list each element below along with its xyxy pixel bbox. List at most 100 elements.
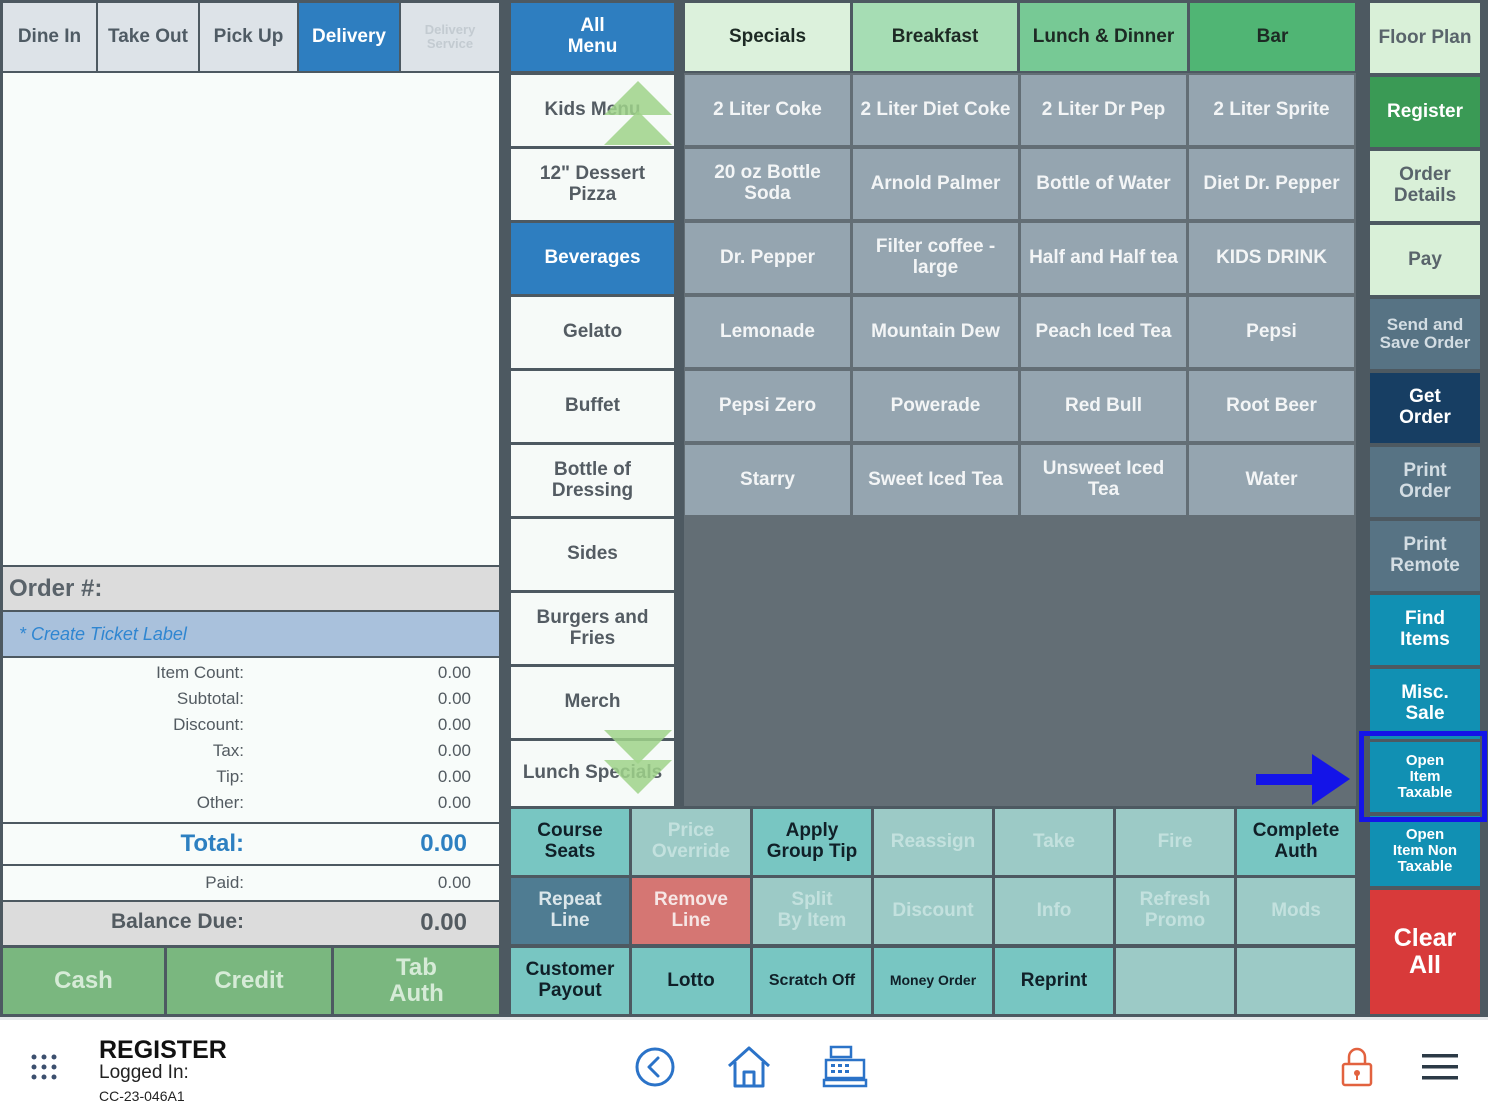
take-button[interactable]: Take xyxy=(995,809,1113,875)
tax-label: Tax: xyxy=(212,741,244,760)
menu-item[interactable]: Lemonade xyxy=(685,297,850,367)
menu-item[interactable]: Sweet Iced Tea xyxy=(853,445,1018,515)
category-gelato[interactable]: Gelato xyxy=(511,297,674,368)
menu-item[interactable]: Water xyxy=(1189,445,1354,515)
reassign-button[interactable]: Reassign xyxy=(874,809,992,875)
menu-tab-specials[interactable]: Specials xyxy=(685,3,850,71)
discount-row: Discount: 0.00 xyxy=(3,712,499,738)
menu-tab-breakfast[interactable]: Breakfast xyxy=(853,3,1017,71)
apply-group-tip-button[interactable]: Apply Group Tip xyxy=(753,809,871,875)
get-order-button[interactable]: Get Order xyxy=(1370,373,1480,443)
lotto-button[interactable]: Lotto xyxy=(632,948,750,1014)
create-ticket-label-link[interactable]: * Create Ticket Label xyxy=(3,612,499,656)
tab-delivery-service[interactable]: Delivery Service xyxy=(401,3,499,71)
send-and-save-order-button[interactable]: Send and Save Order xyxy=(1370,299,1480,369)
menu-item[interactable]: Pepsi Zero xyxy=(685,371,850,441)
tip-value: 0.00 xyxy=(437,767,471,786)
menu-item[interactable]: Arnold Palmer xyxy=(853,149,1018,219)
discount-button[interactable]: Discount xyxy=(874,878,992,944)
tab-pick-up[interactable]: Pick Up xyxy=(200,3,297,71)
print-remote-button[interactable]: Print Remote xyxy=(1370,521,1480,591)
customer-payout-button[interactable]: Customer Payout xyxy=(511,948,629,1014)
menu-item[interactable]: Bottle of Water xyxy=(1021,149,1186,219)
menu-icon[interactable] xyxy=(1422,1053,1458,1081)
print-order-button[interactable]: Print Order xyxy=(1370,447,1480,517)
fire-button[interactable]: Fire xyxy=(1116,809,1234,875)
subtotal-label: Subtotal: xyxy=(176,689,244,708)
cash-button[interactable]: Cash xyxy=(3,948,164,1014)
tip-label: Tip: xyxy=(216,767,244,786)
menu-item[interactable]: Pepsi xyxy=(1189,297,1354,367)
category-bottle-of-dressing[interactable]: Bottle of Dressing xyxy=(511,445,674,516)
menu-item[interactable]: Unsweet Iced Tea xyxy=(1021,445,1186,515)
menu-item[interactable]: 20 oz Bottle Soda xyxy=(685,149,850,219)
menu-tab-bar[interactable]: Bar xyxy=(1190,3,1355,71)
menu-item[interactable]: Starry xyxy=(685,445,850,515)
course-seats-button[interactable]: Course Seats xyxy=(511,809,629,875)
menu-item[interactable]: Dr. Pepper xyxy=(685,223,850,293)
menu-item[interactable]: Root Beer xyxy=(1189,371,1354,441)
menu-item[interactable]: 2 Liter Dr Pep xyxy=(1021,75,1186,145)
all-menu-button[interactable]: All Menu xyxy=(511,3,674,71)
remove-line-button[interactable]: Remove Line xyxy=(632,878,750,944)
back-icon[interactable] xyxy=(634,1046,676,1088)
logged-in-label: Logged In: xyxy=(99,1062,189,1083)
lock-icon[interactable] xyxy=(1340,1046,1374,1088)
subtotal-row: Subtotal: 0.00 xyxy=(3,686,499,712)
balance-due-value: 0.00 xyxy=(420,909,467,936)
scroll-up-icon[interactable] xyxy=(604,81,672,149)
home-icon[interactable] xyxy=(726,1045,772,1089)
menu-item[interactable]: Filter coffee - large xyxy=(853,223,1018,293)
category-beverages[interactable]: Beverages xyxy=(511,223,674,294)
apps-grid-icon[interactable] xyxy=(30,1053,60,1083)
repeat-line-button[interactable]: Repeat Line xyxy=(511,878,629,944)
menu-item[interactable]: 2 Liter Sprite xyxy=(1189,75,1354,145)
pay-button[interactable]: Pay xyxy=(1370,225,1480,295)
mods-button[interactable]: Mods xyxy=(1237,878,1355,944)
item-count-row: Item Count: 0.00 xyxy=(3,660,499,686)
menu-item[interactable]: Red Bull xyxy=(1021,371,1186,441)
credit-button[interactable]: Credit xyxy=(167,948,331,1014)
price-override-button[interactable]: Price Override xyxy=(632,809,750,875)
menu-item[interactable]: KIDS DRINK xyxy=(1189,223,1354,293)
misc-sale-button[interactable]: Misc. Sale xyxy=(1370,669,1480,739)
info-button[interactable]: Info xyxy=(995,878,1113,944)
order-details-button[interactable]: Order Details xyxy=(1370,151,1480,221)
pointer-arrow-icon xyxy=(1256,754,1350,805)
money-order-button[interactable]: Money Order xyxy=(874,948,992,1014)
menu-item[interactable]: Diet Dr. Pepper xyxy=(1189,149,1354,219)
register-title: REGISTER xyxy=(99,1036,227,1064)
register-icon[interactable] xyxy=(822,1044,868,1088)
tab-take-out[interactable]: Take Out xyxy=(98,3,198,71)
reprint-button[interactable]: Reprint xyxy=(995,948,1113,1014)
category-merch[interactable]: Merch xyxy=(511,667,674,738)
category-buffet[interactable]: Buffet xyxy=(511,371,674,442)
menu-item[interactable]: 2 Liter Coke xyxy=(685,75,850,145)
menu-tab-lunch-dinner[interactable]: Lunch & Dinner xyxy=(1020,3,1187,71)
menu-item[interactable]: Mountain Dew xyxy=(853,297,1018,367)
scroll-down-icon[interactable] xyxy=(604,730,672,798)
complete-auth-button[interactable]: Complete Auth xyxy=(1237,809,1355,875)
category-burgers-and-fries[interactable]: Burgers and Fries xyxy=(511,593,674,664)
category-sides[interactable]: Sides xyxy=(511,519,674,590)
menu-item[interactable]: 2 Liter Diet Coke xyxy=(853,75,1018,145)
menu-item[interactable]: Half and Half tea xyxy=(1021,223,1186,293)
open-item-non-taxable-button[interactable]: Open Item Non Taxable xyxy=(1370,816,1480,886)
scratch-off-button[interactable]: Scratch Off xyxy=(753,948,871,1014)
menu-item[interactable]: Powerade xyxy=(853,371,1018,441)
register-button[interactable]: Register xyxy=(1370,77,1480,147)
tab-auth-button[interactable]: Tab Auth xyxy=(334,948,499,1014)
item-count-value: 0.00 xyxy=(437,663,471,682)
category-dessert-pizza[interactable]: 12" Dessert Pizza xyxy=(511,149,674,220)
menu-item[interactable]: Peach Iced Tea xyxy=(1021,297,1186,367)
tip-row: Tip: 0.00 xyxy=(3,764,499,790)
split-by-item-button[interactable]: Split By Item xyxy=(753,878,871,944)
tab-delivery[interactable]: Delivery xyxy=(299,3,399,71)
find-items-button[interactable]: Find Items xyxy=(1370,595,1480,665)
clear-all-button[interactable]: Clear All xyxy=(1370,890,1480,1014)
refresh-promo-button[interactable]: Refresh Promo xyxy=(1116,878,1234,944)
floor-plan-button[interactable]: Floor Plan xyxy=(1370,3,1480,73)
tab-dine-in[interactable]: Dine In xyxy=(3,3,96,71)
balance-due-label: Balance Due: xyxy=(110,910,244,933)
order-ticket-list[interactable] xyxy=(3,73,499,565)
